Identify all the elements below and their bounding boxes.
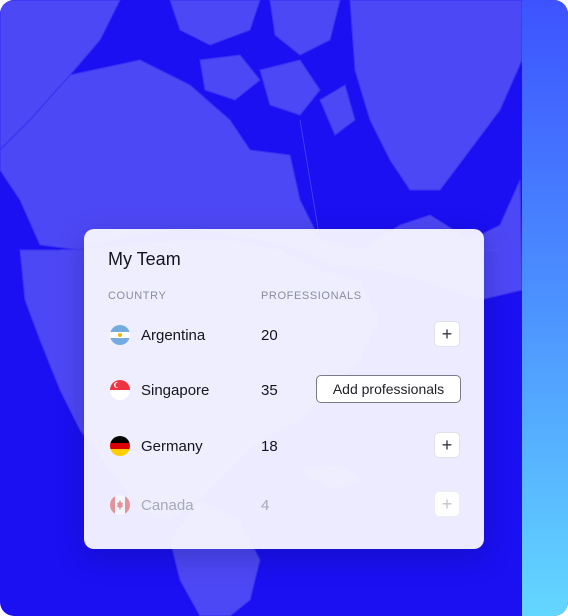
country-name: Canada: [141, 497, 194, 514]
professionals-count: 18: [261, 438, 278, 455]
canada-flag-icon: [110, 495, 130, 515]
add-button[interactable]: +: [434, 491, 460, 517]
add-button[interactable]: +: [434, 432, 460, 458]
add-professionals-button[interactable]: Add professionals: [316, 375, 461, 403]
hero-illustration: My Team COUNTRY PROFESSIONALS Argentina …: [0, 0, 568, 616]
singapore-flag-icon: [110, 380, 130, 400]
country-name: Singapore: [141, 382, 210, 399]
table-row: Singapore 35 Add professionals: [84, 375, 484, 406]
add-button[interactable]: +: [434, 321, 460, 347]
card-title: My Team: [108, 249, 181, 269]
germany-flag-icon: [110, 436, 130, 456]
column-header-country: COUNTRY: [108, 290, 167, 302]
my-team-card: My Team COUNTRY PROFESSIONALS Argentina …: [84, 229, 484, 549]
argentina-flag-icon: [110, 325, 130, 345]
table-row: Germany 18 +: [84, 432, 484, 462]
side-gradient-strip: [522, 0, 568, 616]
country-name: Argentina: [141, 327, 206, 344]
column-header-professionals: PROFESSIONALS: [261, 290, 362, 302]
professionals-count: 20: [261, 327, 278, 344]
table-row: Canada 4 +: [84, 491, 484, 521]
table-row: Argentina 20 +: [84, 321, 484, 351]
professionals-count: 35: [261, 382, 278, 399]
professionals-count: 4: [261, 497, 270, 514]
country-name: Germany: [141, 438, 203, 455]
